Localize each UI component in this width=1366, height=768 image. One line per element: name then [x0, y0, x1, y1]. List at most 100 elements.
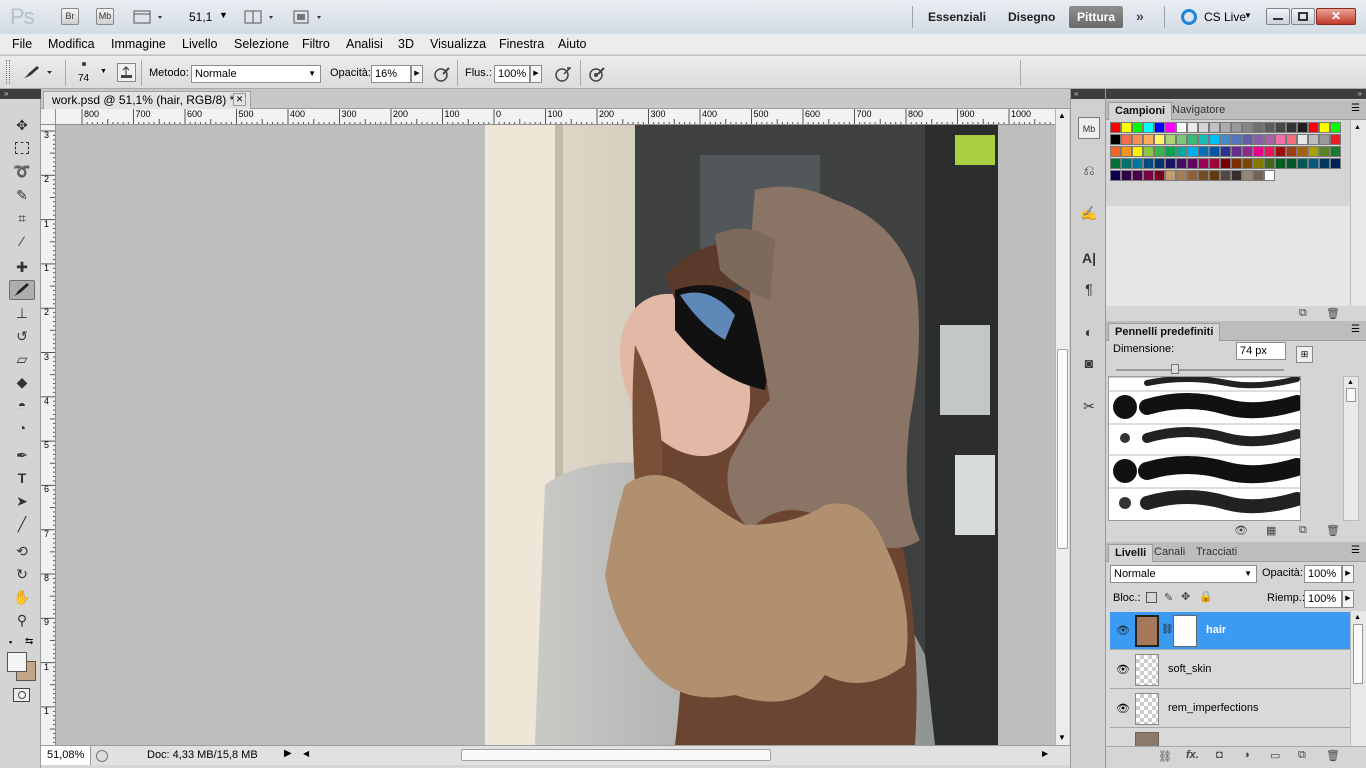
brush-size-slider-thumb[interactable] — [1171, 364, 1179, 374]
visibility-eye-icon[interactable]: 👁 — [1116, 624, 1130, 637]
swatch[interactable] — [1187, 134, 1198, 145]
swatch[interactable] — [1154, 122, 1165, 133]
blend-mode-select[interactable]: Normale ▼ — [1110, 565, 1257, 583]
swatch[interactable] — [1264, 170, 1275, 181]
swatch[interactable] — [1110, 134, 1121, 145]
scroll-up-icon[interactable]: ▲ — [1354, 614, 1363, 621]
new-preset-icon[interactable]: ⊞ — [1296, 346, 1313, 363]
zoom-tool[interactable]: ⚲ — [9, 610, 35, 630]
menu-livello[interactable]: Livello — [182, 37, 217, 51]
paint-bucket-tool[interactable]: ◆ — [9, 372, 35, 392]
brush-size-input[interactable]: 74 px — [1236, 342, 1286, 360]
swatch[interactable] — [1253, 170, 1264, 181]
panel-expand-icon[interactable]: » — [1106, 89, 1366, 99]
trash-icon[interactable]: 🗑 — [1326, 749, 1340, 762]
swatch[interactable] — [1198, 122, 1209, 133]
quick-selection-tool[interactable]: ✎ — [9, 185, 35, 205]
swatch[interactable] — [1319, 122, 1330, 133]
swatch[interactable] — [1264, 122, 1275, 133]
flow-input[interactable]: 100% — [494, 65, 530, 83]
swatch[interactable] — [1297, 122, 1308, 133]
swatch[interactable] — [1143, 134, 1154, 145]
vertical-scroll-thumb[interactable] — [1057, 349, 1068, 549]
photo-canvas[interactable] — [485, 125, 998, 745]
layer-opacity-slider-toggle[interactable]: ▶ — [1342, 565, 1354, 583]
brush-scroll-thumb[interactable] — [1346, 388, 1356, 402]
character-panel-icon[interactable]: A| — [1078, 247, 1100, 269]
close-tab-icon[interactable]: ✕ — [233, 93, 246, 106]
swatch[interactable] — [1330, 158, 1341, 169]
swatch[interactable] — [1132, 134, 1143, 145]
brush-tool[interactable] — [9, 280, 35, 300]
swatch[interactable] — [1286, 146, 1297, 157]
arrange-documents-button[interactable] — [244, 9, 280, 25]
swatch[interactable] — [1198, 146, 1209, 157]
swatch[interactable] — [1121, 170, 1132, 181]
tool-presets-panel-icon[interactable]: ✂ — [1078, 395, 1100, 417]
tab-livelli[interactable]: Livelli — [1108, 544, 1154, 562]
eyedropper-tool[interactable]: ⁄ — [9, 231, 35, 251]
lock-pixels-icon[interactable]: ✎ — [1164, 591, 1173, 604]
swatch[interactable] — [1187, 170, 1198, 181]
trash-icon[interactable]: 🗑 — [1326, 524, 1340, 537]
line-tool[interactable]: ╱ — [9, 514, 35, 534]
history-brush-tool[interactable]: ↺ — [9, 326, 35, 346]
swatch[interactable] — [1330, 122, 1341, 133]
swatch[interactable] — [1264, 134, 1275, 145]
scroll-up-icon[interactable]: ▲ — [1058, 111, 1066, 120]
cs-live-button[interactable]: CS Live — [1204, 10, 1246, 24]
swatch[interactable] — [1286, 158, 1297, 169]
menu-file[interactable]: File — [12, 37, 32, 51]
screen-mode-button[interactable] — [292, 9, 328, 25]
menu-modifica[interactable]: Modifica — [48, 37, 95, 51]
new-layer-icon[interactable]: ⧉ — [1298, 749, 1306, 762]
ruler-origin[interactable] — [41, 109, 56, 125]
tablet-size-button[interactable] — [587, 64, 607, 84]
swatch[interactable] — [1110, 158, 1121, 169]
swatch[interactable] — [1297, 134, 1308, 145]
new-swatch-icon[interactable]: ⧉ — [1299, 307, 1307, 320]
layer-opacity-input[interactable]: 100% — [1304, 565, 1342, 583]
swatch[interactable] — [1165, 122, 1176, 133]
menu-selezione[interactable]: Selezione — [234, 37, 289, 51]
bridge-button[interactable]: Br — [61, 8, 79, 25]
swatch[interactable] — [1165, 158, 1176, 169]
workspace-essenziali[interactable]: Essenziali — [920, 6, 994, 28]
swatch[interactable] — [1330, 134, 1341, 145]
tab-navigatore[interactable]: Navigatore — [1166, 102, 1231, 120]
zoom-level-display[interactable]: 51,1 — [189, 10, 212, 24]
swatch[interactable] — [1319, 158, 1330, 169]
healing-brush-tool[interactable]: ✚ — [9, 257, 35, 277]
adjustments-panel-icon[interactable]: ◐ — [1078, 321, 1100, 343]
swatch[interactable] — [1319, 134, 1330, 145]
swatch[interactable] — [1154, 158, 1165, 169]
swatches-grid[interactable] — [1110, 122, 1341, 206]
panel-collapse-icon[interactable]: « — [1071, 89, 1105, 99]
3d-rotate-tool[interactable]: ⟲ — [9, 541, 35, 561]
swatch[interactable] — [1121, 122, 1132, 133]
swatch[interactable] — [1275, 122, 1286, 133]
flow-slider-toggle[interactable]: ▶ — [530, 65, 542, 83]
swatch[interactable] — [1187, 146, 1198, 157]
tab-campioni[interactable]: Campioni — [1108, 102, 1173, 120]
swatch[interactable] — [1220, 134, 1231, 145]
swatch[interactable] — [1121, 146, 1132, 157]
eraser-tool[interactable]: ▱ — [9, 349, 35, 369]
foreground-color-swatch[interactable] — [7, 652, 27, 672]
layer-row-partial[interactable] — [1110, 729, 1350, 746]
swatch[interactable] — [1242, 122, 1253, 133]
swatch[interactable] — [1330, 146, 1341, 157]
layers-scroll-thumb[interactable] — [1353, 624, 1363, 684]
swatch[interactable] — [1154, 146, 1165, 157]
tab-pennelli-predefiniti[interactable]: Pennelli predefiniti — [1108, 323, 1221, 341]
swatch[interactable] — [1242, 158, 1253, 169]
swatch[interactable] — [1154, 134, 1165, 145]
brush-panel-icon[interactable]: ✍ — [1078, 202, 1100, 224]
swatch[interactable] — [1308, 134, 1319, 145]
swatch[interactable] — [1110, 170, 1121, 181]
swatch[interactable] — [1231, 158, 1242, 169]
lock-position-icon[interactable]: ✥ — [1181, 590, 1190, 603]
document-tab[interactable]: work.psd @ 51,1% (hair, RGB/8) * ✕ — [43, 91, 251, 109]
more-workspaces-icon[interactable]: » — [1136, 8, 1144, 24]
vertical-ruler[interactable]: 3 2 1 1 2 3 4 5 6 7 8 9 1 1 — [41, 125, 56, 745]
